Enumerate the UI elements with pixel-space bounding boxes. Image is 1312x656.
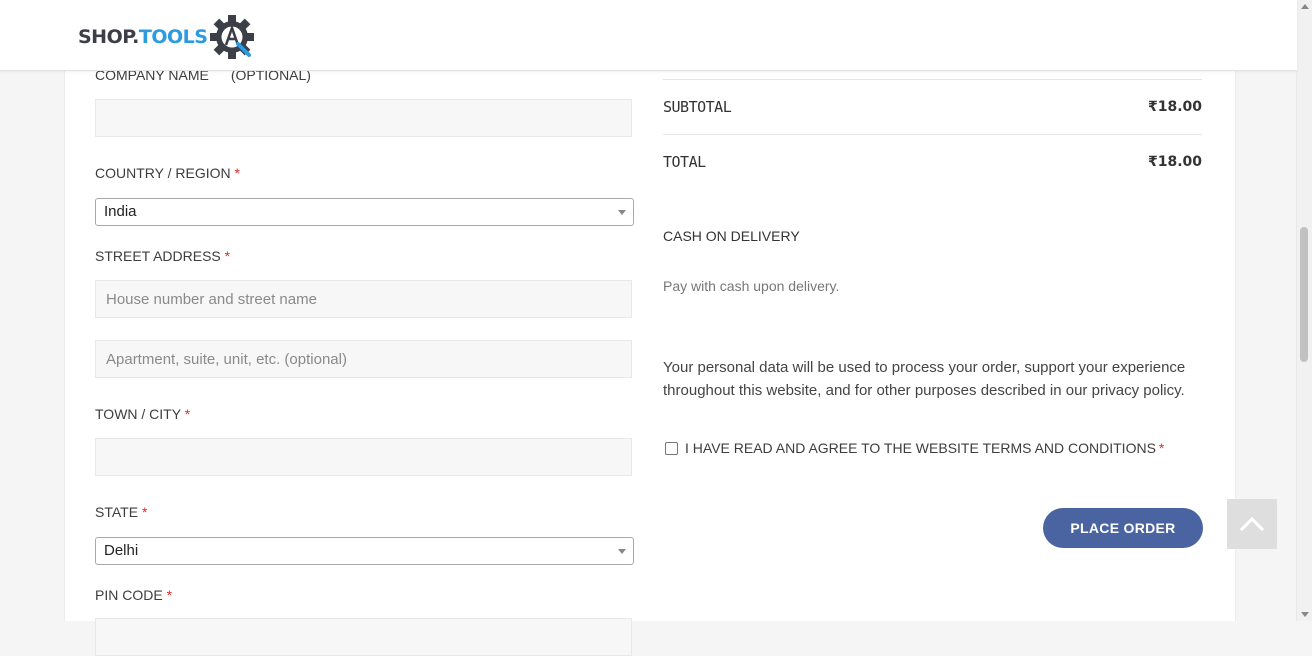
- country-value: India: [104, 203, 137, 220]
- terms-row: I HAVE READ AND AGREE TO THE WEBSITE TER…: [663, 440, 1164, 456]
- page-scrollbar[interactable]: [1296, 0, 1312, 621]
- scroll-down-icon[interactable]: [1301, 612, 1309, 617]
- site-header: SHOP. TOOLS: [0, 0, 1297, 71]
- gear-icon: [210, 15, 255, 59]
- street-address-label: STREET ADDRESS *: [95, 248, 231, 264]
- state-select[interactable]: Delhi: [95, 537, 634, 565]
- site-logo[interactable]: SHOP. TOOLS: [78, 15, 255, 59]
- required-mark: *: [1158, 440, 1165, 456]
- country-label: COUNTRY / REGION *: [95, 165, 240, 181]
- payment-method-description: Pay with cash upon delivery.: [663, 278, 840, 294]
- pin-code-input[interactable]: [95, 618, 632, 656]
- chevron-down-icon: [618, 210, 626, 215]
- apartment-input[interactable]: Apartment, suite, unit, etc. (optional): [95, 340, 632, 378]
- town-city-label: TOWN / CITY *: [95, 406, 191, 422]
- terms-label[interactable]: I HAVE READ AND AGREE TO THE WEBSITE TER…: [685, 440, 1156, 456]
- logo-text-tools: TOOLS: [138, 26, 208, 48]
- scroll-thumb[interactable]: [1300, 227, 1308, 362]
- apartment-placeholder: Apartment, suite, unit, etc. (optional): [106, 351, 347, 368]
- scroll-up-icon[interactable]: [1301, 4, 1309, 9]
- chevron-up-icon: [1240, 517, 1264, 531]
- privacy-policy-link[interactable]: privacy policy.: [1092, 382, 1185, 399]
- back-to-top-button[interactable]: [1227, 499, 1277, 549]
- place-order-button[interactable]: PLACE ORDER: [1043, 508, 1203, 548]
- total-label: TOTAL: [663, 153, 706, 171]
- total-value: ₹18.00: [1147, 154, 1202, 170]
- street-address-input[interactable]: House number and street name: [95, 280, 632, 318]
- summary-divider: [663, 134, 1202, 135]
- state-label: STATE *: [95, 504, 148, 520]
- subtotal-value: ₹18.00: [1147, 99, 1202, 115]
- town-city-input[interactable]: [95, 438, 632, 476]
- summary-divider: [663, 79, 1202, 80]
- logo-text-shop: SHOP.: [78, 26, 139, 48]
- terms-checkbox[interactable]: [665, 441, 678, 455]
- street-placeholder: House number and street name: [106, 291, 317, 308]
- country-select[interactable]: India: [95, 198, 634, 226]
- payment-method-label: CASH ON DELIVERY: [663, 228, 800, 244]
- state-value: Delhi: [104, 542, 139, 559]
- privacy-notice: Your personal data will be used to proce…: [663, 357, 1203, 402]
- pin-code-label: PIN CODE *: [95, 587, 173, 603]
- chevron-down-icon: [618, 549, 626, 554]
- subtotal-label: SUBTOTAL: [663, 98, 732, 116]
- company-name-input[interactable]: [95, 99, 632, 137]
